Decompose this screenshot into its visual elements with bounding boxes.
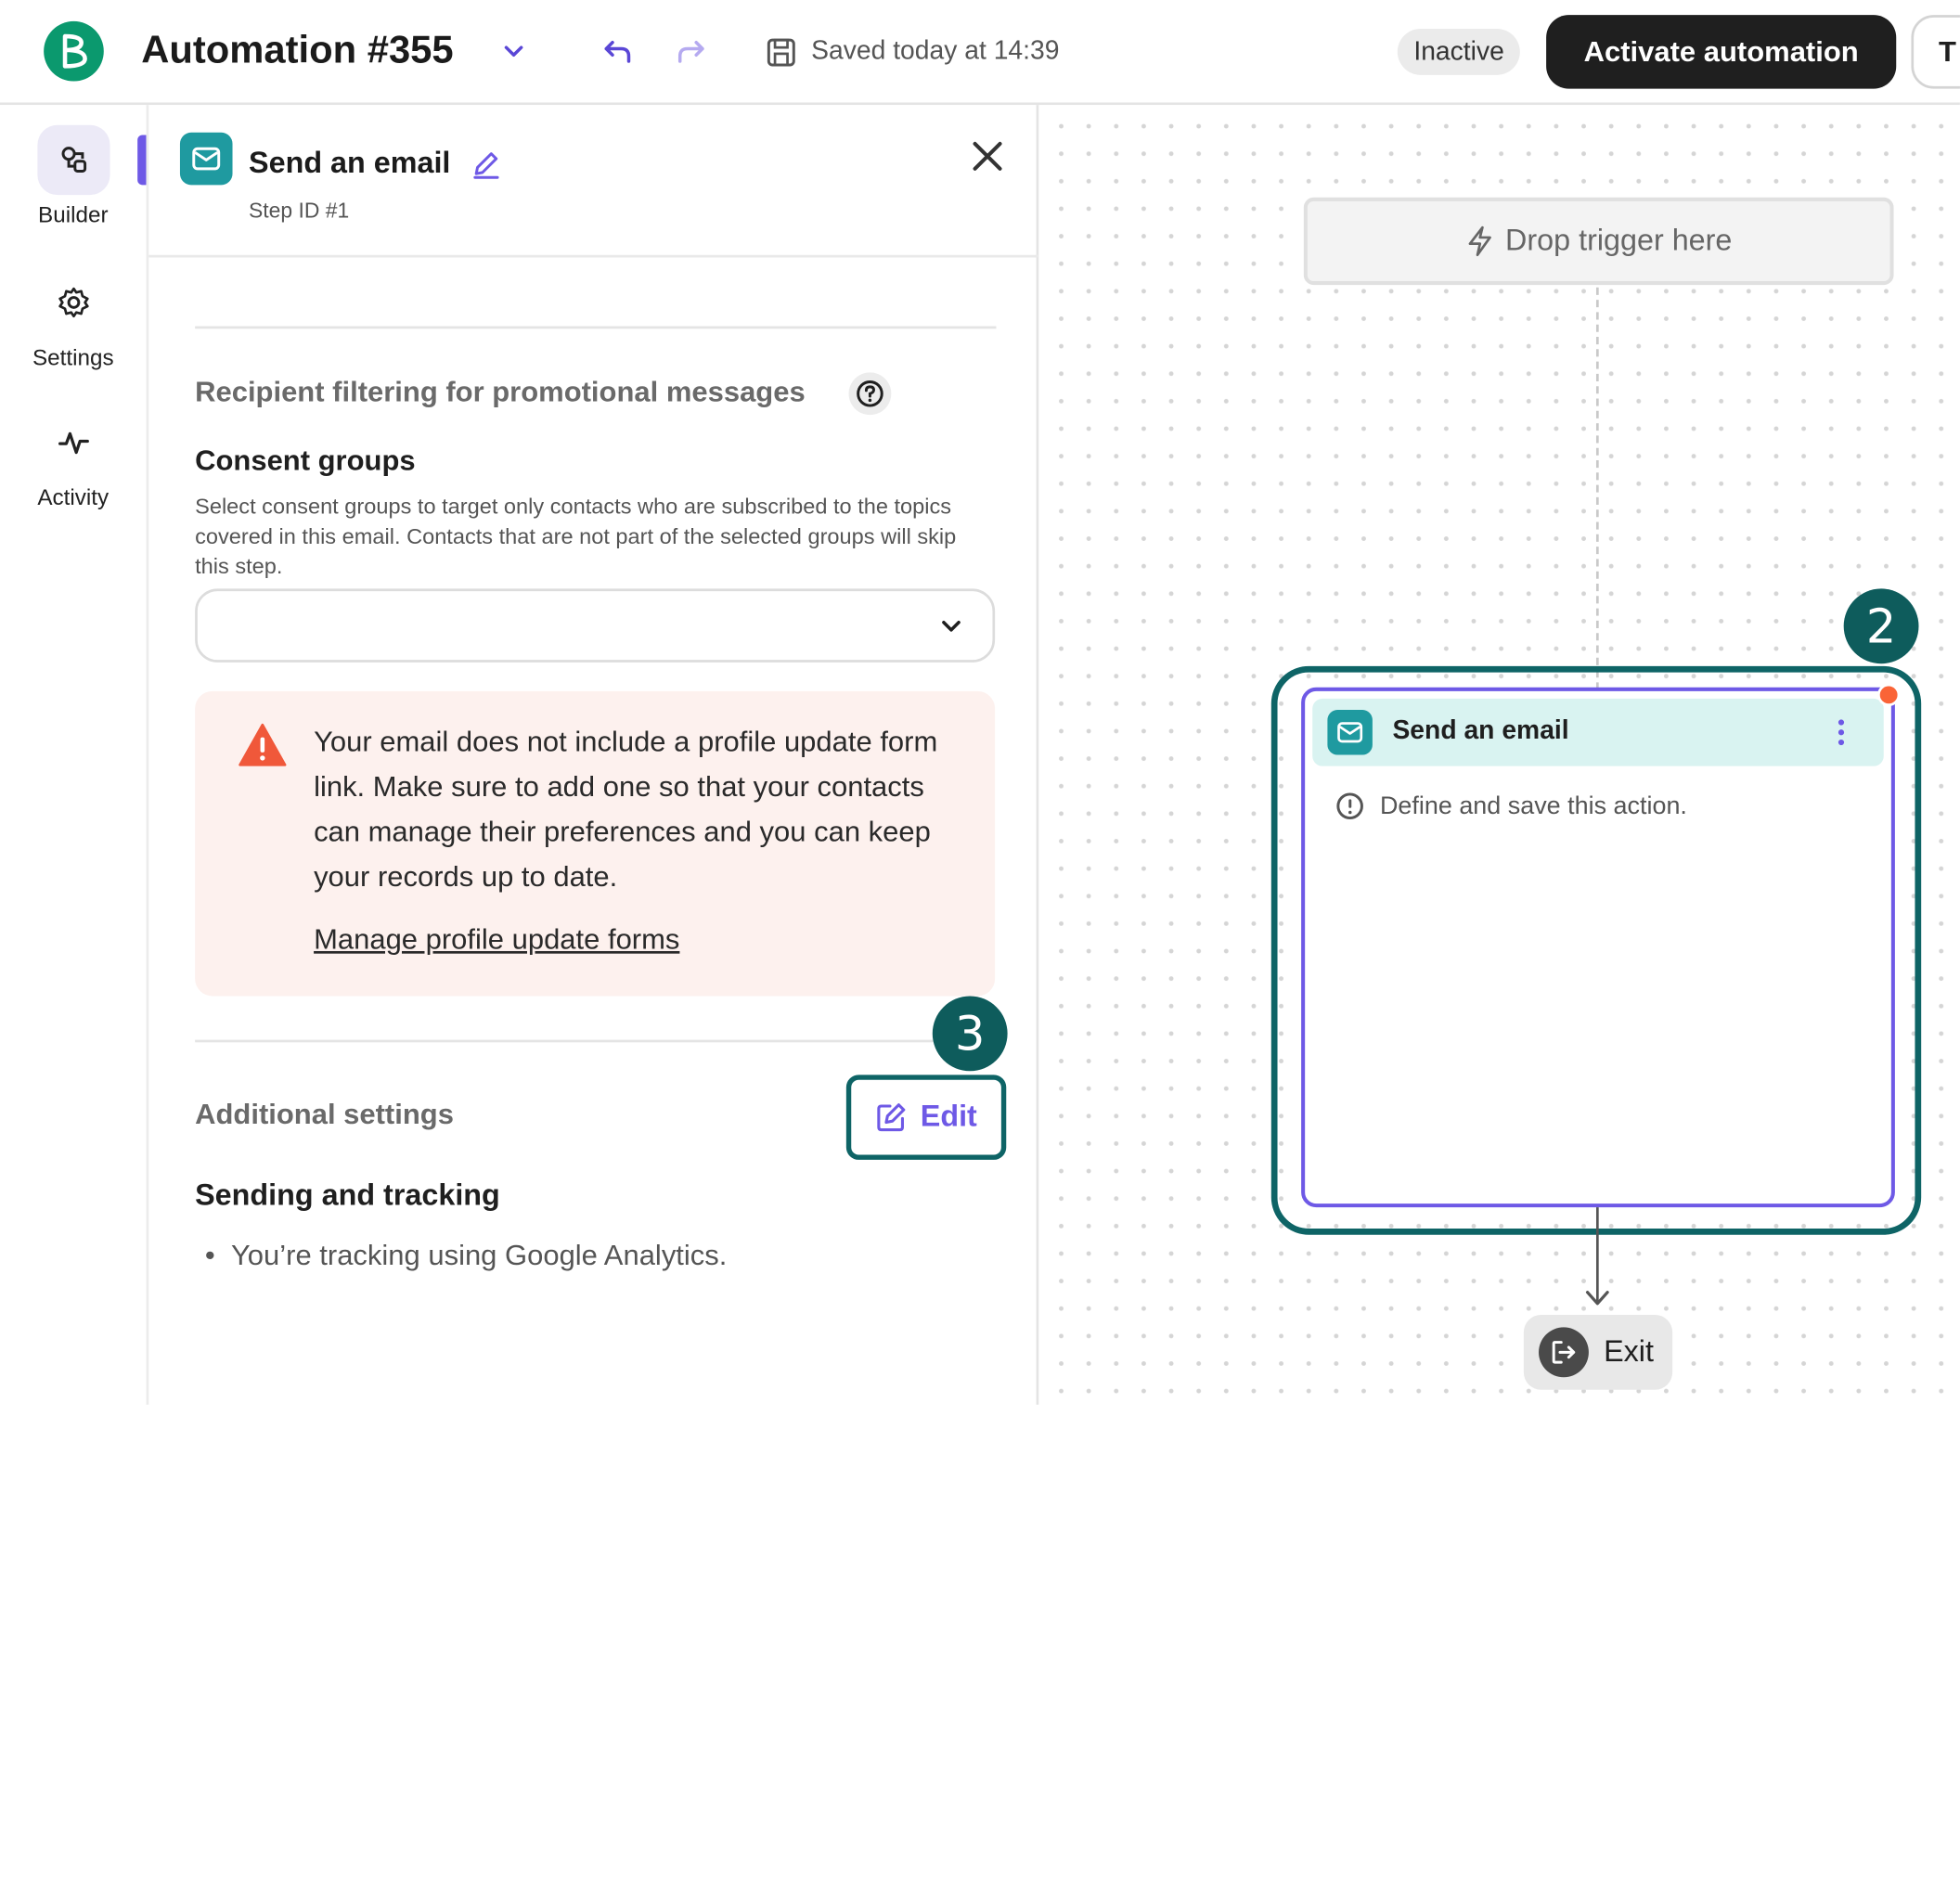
left-navigation: Builder Settings Activity [0, 105, 147, 1405]
consent-groups-title: Consent groups [195, 444, 416, 477]
annotation-badge-3: 3 [932, 996, 1008, 1072]
saved-status: Saved today at 14:39 [811, 36, 1060, 66]
consent-groups-description: Select consent groups to target only con… [195, 494, 957, 579]
tracking-bullet: • You’re tracking using Google Analytics… [204, 1238, 728, 1271]
recipient-filter-title: Recipient filtering for promotional mess… [195, 375, 806, 408]
info-circle-icon [1336, 792, 1363, 820]
envelope-icon [192, 147, 221, 171]
step-id: Step ID #1 [249, 199, 350, 223]
automation-title[interactable]: Automation #355 [141, 28, 453, 72]
annotation-badge-2: 2 [1843, 588, 1919, 664]
nav-label-activity: Activity [37, 484, 110, 510]
warning-message: Your email does not include a profile up… [314, 725, 938, 893]
builder-icon-wrap [36, 124, 110, 196]
send-email-node[interactable]: Send an email Define and save this actio… [1301, 683, 1901, 1208]
node-message-text: Define and save this action. [1379, 792, 1687, 819]
activity-icon-wrap [37, 407, 110, 477]
email-step-icon [179, 132, 233, 186]
edit-label: Edit [920, 1100, 977, 1134]
app-frame: Automation #355 Saved today at 14:39 Ina… [0, 0, 1960, 1405]
unsaved-indicator-dot [1877, 683, 1901, 706]
exit-connector [1595, 1207, 1599, 1303]
node-status-message: Define and save this action. [1335, 792, 1687, 821]
connector-line [1595, 287, 1599, 690]
help-icon[interactable] [848, 372, 892, 416]
status-badge: Inactive [1397, 28, 1521, 75]
builder-icon [60, 147, 86, 174]
lightning-icon [1468, 225, 1492, 257]
redo-icon[interactable] [673, 32, 710, 70]
edit-additional-settings-button[interactable]: Edit [845, 1075, 1007, 1160]
email-node-icon [1327, 710, 1373, 755]
warning-triangle-icon [239, 723, 287, 766]
edit-icon [877, 1103, 906, 1132]
step-settings-panel: Send an email Step ID #1 Recipient filte… [146, 105, 1039, 1405]
envelope-icon [1337, 722, 1363, 743]
top-bar: Automation #355 Saved today at 14:39 Ina… [0, 0, 1960, 106]
nav-item-activity[interactable]: Activity [0, 407, 147, 511]
nav-item-settings[interactable]: Settings [0, 267, 147, 371]
exit-node[interactable]: Exit [1523, 1314, 1673, 1390]
consent-groups-select[interactable] [195, 588, 996, 663]
exit-label: Exit [1604, 1334, 1654, 1369]
logo-b-icon [62, 33, 87, 69]
node-title: Send an email [1392, 715, 1569, 745]
nav-label-settings: Settings [32, 344, 114, 370]
gear-icon [58, 287, 88, 318]
chevron-down-icon [942, 621, 961, 632]
trigger-placeholder: Drop trigger here [1505, 224, 1733, 258]
divider [195, 326, 997, 329]
exit-icon [1539, 1327, 1589, 1378]
sending-tracking-title: Sending and tracking [195, 1178, 500, 1213]
arrow-down-icon [1585, 1291, 1609, 1306]
header-secondary-button[interactable]: T [1911, 15, 1960, 89]
close-icon[interactable] [969, 137, 1006, 174]
chevron-down-icon[interactable] [497, 35, 530, 68]
gear-icon-wrap [37, 267, 110, 337]
tracking-text: You’re tracking using Google Analytics. [230, 1238, 728, 1271]
workflow-canvas[interactable]: Drop trigger here 2 Send an email Define… [1039, 105, 1960, 1405]
node-header: Send an email [1312, 698, 1884, 766]
panel-title: Send an email [249, 146, 451, 180]
question-circle-icon [857, 380, 883, 407]
panel-header: Send an email Step ID #1 [148, 105, 1039, 258]
nav-label-builder: Builder [38, 202, 109, 228]
logout-icon [1552, 1341, 1576, 1364]
brevo-logo[interactable] [44, 20, 104, 82]
divider [195, 1039, 997, 1043]
nav-item-builder[interactable]: Builder [0, 124, 147, 229]
manage-profile-forms-link[interactable]: Manage profile update forms [314, 922, 679, 956]
activity-icon [58, 431, 89, 455]
undo-icon[interactable] [599, 32, 636, 70]
trigger-drop-zone[interactable]: Drop trigger here [1303, 197, 1894, 286]
rename-pencil-icon[interactable] [470, 148, 502, 180]
additional-settings-title: Additional settings [195, 1097, 454, 1130]
save-icon [767, 38, 795, 67]
profile-form-warning: Your email does not include a profile up… [195, 690, 996, 997]
activate-automation-button[interactable]: Activate automation [1546, 15, 1897, 89]
more-vertical-icon[interactable] [1833, 716, 1850, 749]
